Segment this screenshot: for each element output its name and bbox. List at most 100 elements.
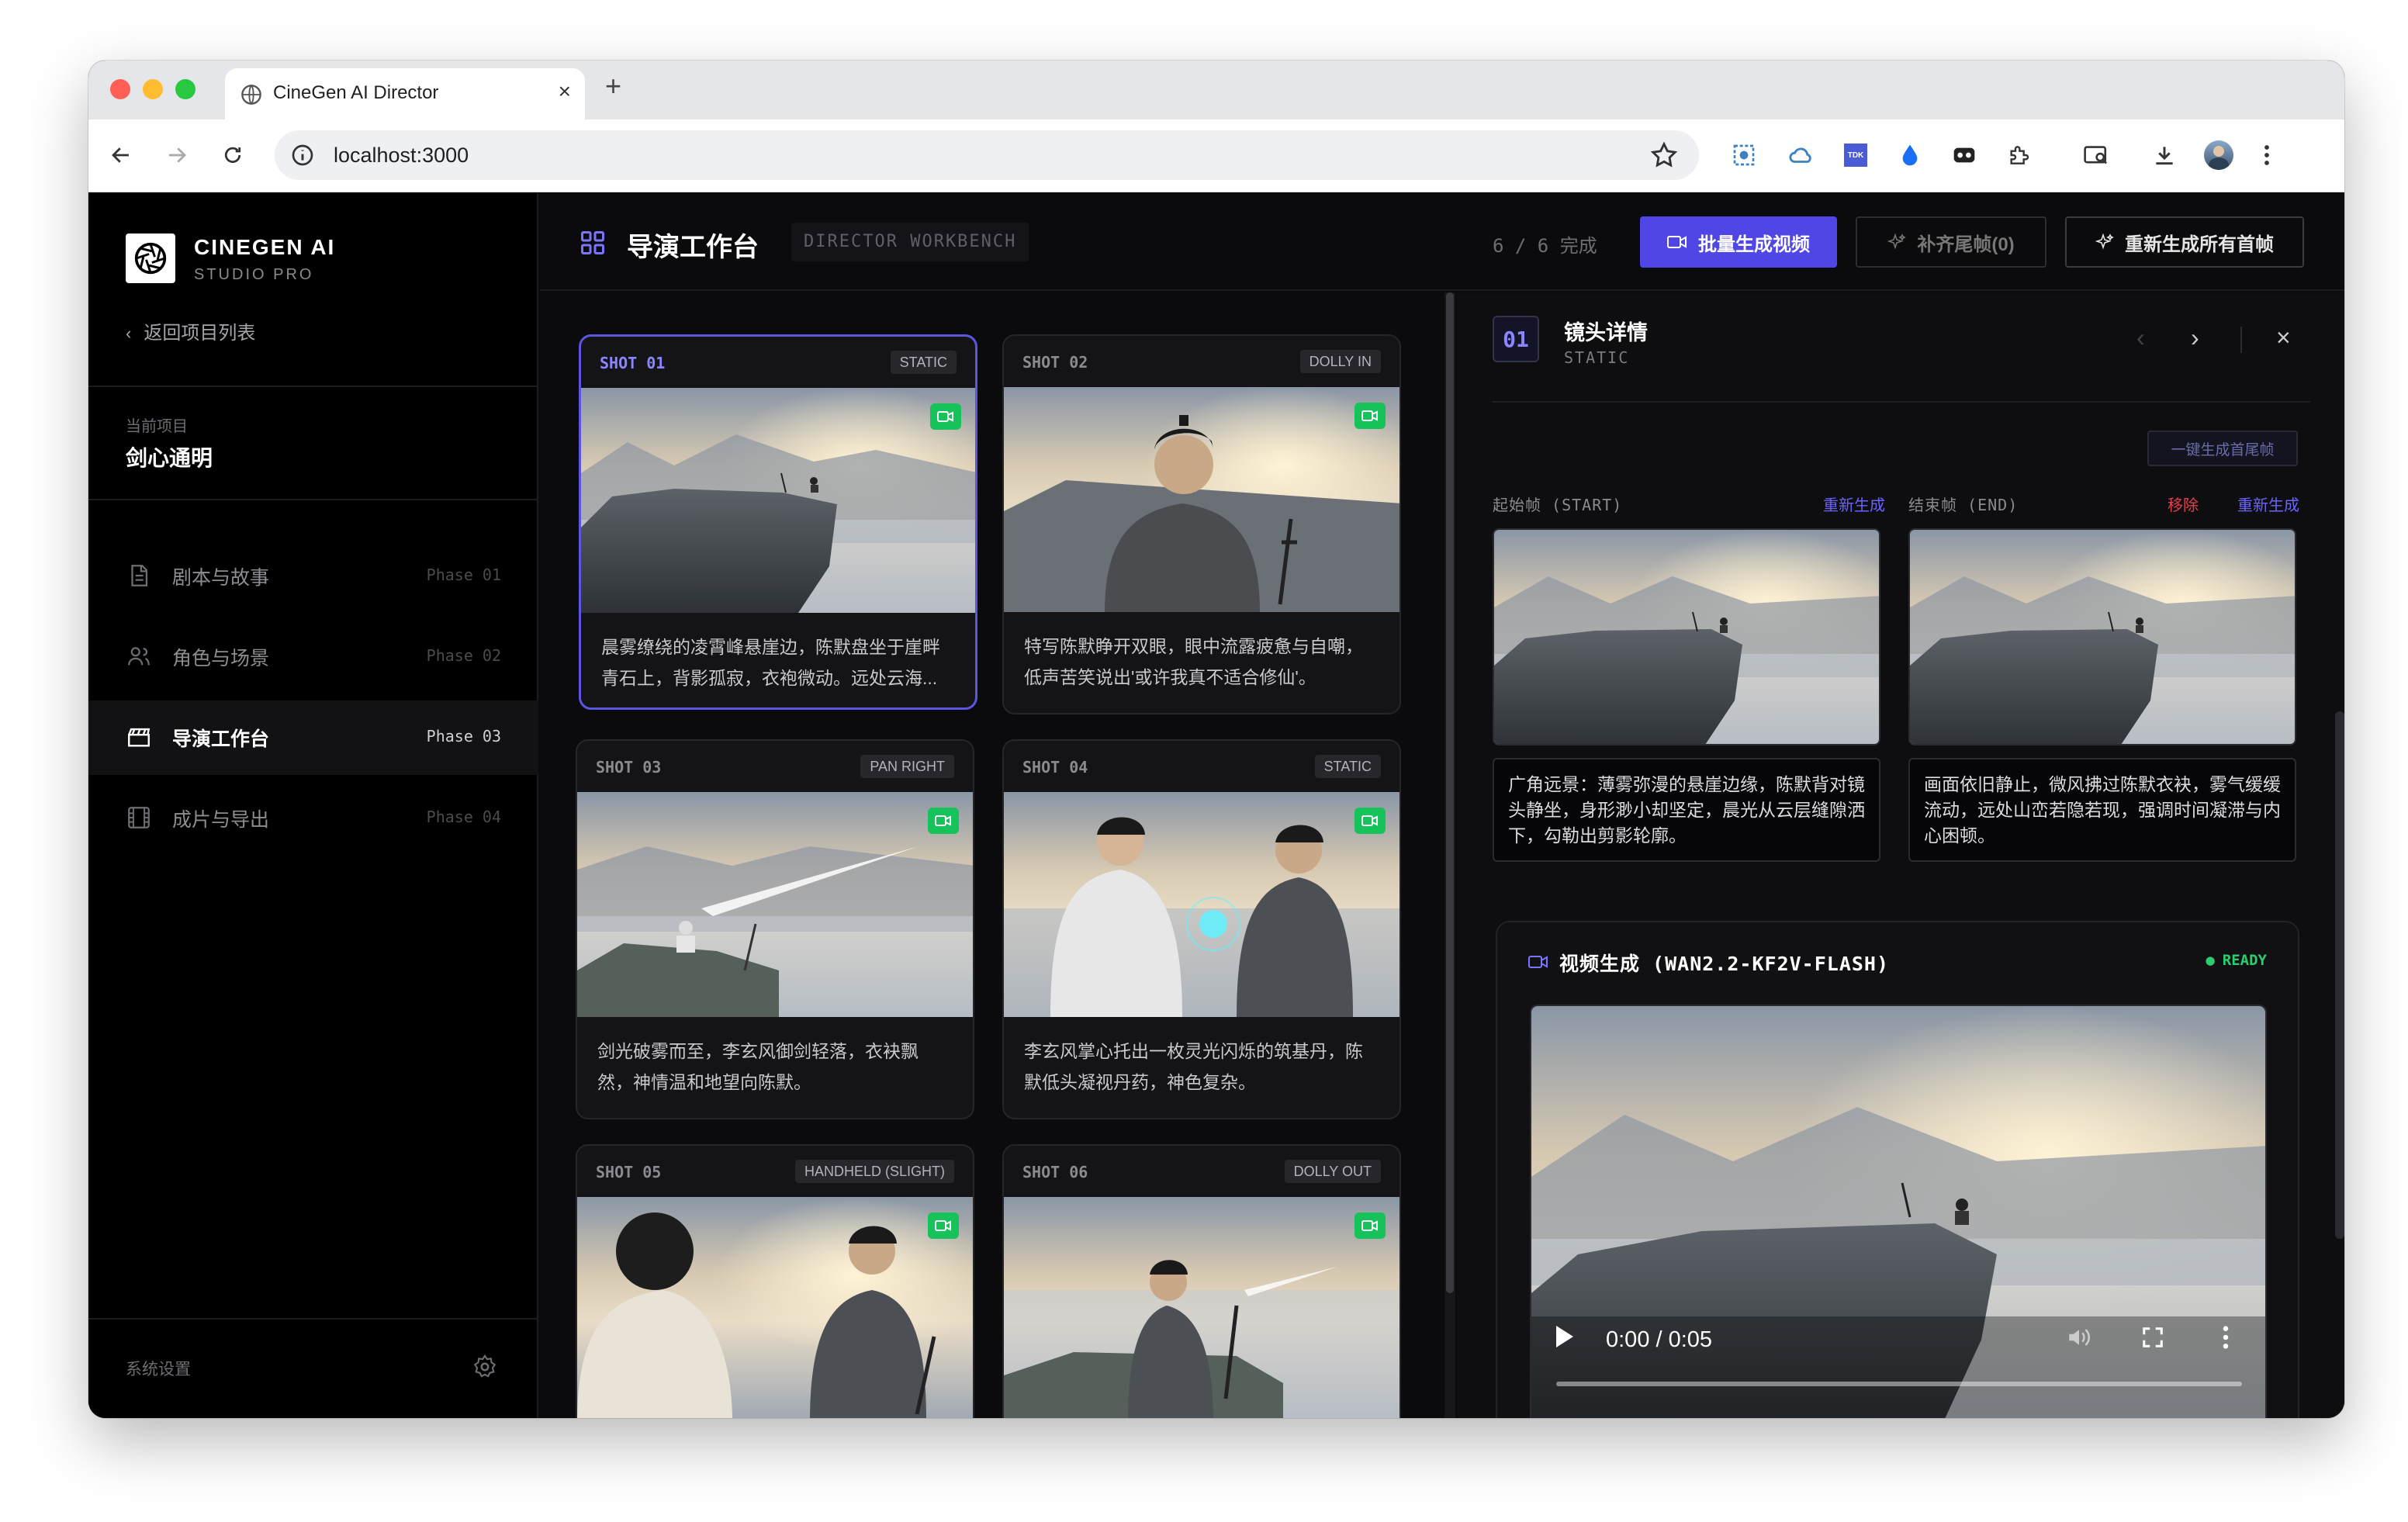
document-icon: [131, 565, 148, 586]
page-subtitle: DIRECTOR WORKBENCH: [791, 223, 1029, 261]
video-camera-icon: [1528, 956, 1548, 968]
browser-toolbar: localhost:3000 TDK: [88, 119, 2344, 192]
scrollbar-thumb[interactable]: [1446, 292, 1454, 1293]
sidebar-item-director-workbench[interactable]: 导演工作台 Phase 03: [88, 700, 538, 775]
bookmark-star-icon[interactable]: [1649, 140, 1679, 170]
browser-menu-icon[interactable]: [2250, 138, 2284, 172]
shot-card[interactable]: SHOT 04 STATIC 李玄风掌心托出一枚灵光闪烁的筑基丹，陈默低头凝视丹药…: [1002, 739, 1401, 1119]
shot-thumbnail: [577, 792, 973, 1017]
browser-tabbar: CineGen AI Director × +: [88, 61, 2344, 119]
sidebar-item-label: 导演工作台: [172, 728, 270, 750]
extension-drop-icon[interactable]: [1893, 138, 1927, 172]
extension-cloud-icon[interactable]: [1784, 138, 1818, 172]
arrow-left-icon: [112, 147, 129, 163]
reload-icon: [224, 147, 241, 163]
regenerate-first-frames-button[interactable]: 重新生成所有首帧: [2065, 216, 2304, 268]
sidebar-item-characters[interactable]: 角色与场景 Phase 02: [88, 620, 538, 694]
workbench-header: 导演工作台 DIRECTOR WORKBENCH 6 / 6 完成 批量生成视频…: [540, 193, 2344, 291]
shot-card[interactable]: SHOT 06 DOLLY OUT: [1002, 1144, 1401, 1418]
sidebar-item-phase: Phase 03: [426, 727, 501, 745]
fullscreen-icon[interactable]: [2141, 1326, 2164, 1349]
extension-tdk-icon[interactable]: TDK: [1839, 138, 1873, 172]
project-name: 剑心通明: [126, 446, 213, 470]
close-window-button[interactable]: [110, 79, 130, 99]
generate-start-end-frames-button[interactable]: 一键生成首尾帧: [2147, 431, 2298, 466]
video-status-label: READY: [2222, 952, 2267, 969]
fill-end-frames-button[interactable]: 补齐尾帧(0): [1856, 216, 2046, 268]
regenerate-start-link[interactable]: 重新生成: [1823, 493, 1885, 515]
extensions-puzzle-icon[interactable]: [2001, 138, 2036, 172]
reload-button[interactable]: [217, 140, 248, 171]
detail-camera-move: STATIC: [1564, 348, 1630, 367]
minimize-window-button[interactable]: [143, 79, 163, 99]
shot-card[interactable]: SHOT 03 PAN RIGHT 剑光破雾而至，李玄风御剑轻落，衣袂飘然，神情温…: [576, 739, 974, 1119]
sidebar-item-label: 角色与场景: [172, 648, 270, 669]
sidebar: CINEGEN AI STUDIO PRO ‹ 返回项目列表 当前项目 剑心通明 …: [88, 193, 538, 1418]
next-shot-chevron-icon[interactable]: ›: [2191, 323, 2199, 352]
shot-description: 剑光破雾而至，李玄风御剑轻落，衣袂飘然，神情温和地望向陈默。: [597, 1041, 919, 1092]
volume-icon[interactable]: [2065, 1324, 2093, 1351]
brand-subtitle: STUDIO PRO: [194, 266, 314, 283]
video-progress-bar[interactable]: [1556, 1382, 2242, 1386]
profile-avatar[interactable]: [2202, 138, 2236, 172]
download-icon[interactable]: [2147, 138, 2181, 172]
video-status-badge: ● READY: [2206, 952, 2267, 969]
sidebar-item-export[interactable]: 成片与导出 Phase 04: [88, 781, 538, 856]
end-frame-image[interactable]: [1908, 528, 2296, 745]
close-tab-icon[interactable]: ×: [559, 79, 571, 104]
grid-icon: [581, 231, 604, 254]
sidebar-item-label: 成片与导出: [172, 809, 270, 831]
shot-card[interactable]: SHOT 02 DOLLY IN 特写陈默睁开双眼，眼中流露疲惫与自嘲，低声苦笑说…: [1002, 334, 1401, 714]
gear-icon[interactable]: [472, 1354, 498, 1380]
shot-card[interactable]: SHOT 01 STATIC 晨雾缭绕的凌霄峰悬崖边，陈默盘坐于崖畔青石上，背影孤…: [579, 334, 977, 710]
shot-number-badge: 01: [1493, 316, 1539, 362]
info-icon[interactable]: [290, 143, 315, 168]
detail-scrollbar[interactable]: [2335, 711, 2344, 1239]
new-tab-button[interactable]: +: [605, 70, 621, 102]
forward-button[interactable]: [161, 140, 192, 171]
previous-shot-chevron-icon[interactable]: ‹: [2136, 323, 2145, 352]
back-button[interactable]: [106, 140, 137, 171]
camera-move-badge: HANDHELD (SLIGHT): [794, 1160, 954, 1183]
arrow-right-icon: [169, 147, 186, 163]
project-label: 当前项目: [126, 418, 188, 435]
extension-screenshot-icon[interactable]: [1727, 138, 1761, 172]
start-frame-label: 起始帧 (START): [1493, 496, 1623, 514]
sidebar-item-script[interactable]: 剧本与故事 Phase 01: [88, 539, 538, 614]
tab-title: CineGen AI Director: [273, 82, 439, 103]
status-dot-icon: ●: [2206, 952, 2215, 969]
browser-tab[interactable]: CineGen AI Director ×: [225, 68, 585, 119]
shot-id: SHOT 05: [596, 1163, 662, 1181]
shot-card[interactable]: SHOT 05 HANDHELD (SLIGHT): [576, 1144, 974, 1418]
shot-id: SHOT 02: [1022, 353, 1088, 372]
camera-move-badge: DOLLY IN: [1299, 350, 1381, 373]
video-ready-icon: [1354, 808, 1386, 834]
end-frame-prompt[interactable]: 画面依旧静止，微风拂过陈默衣袂，雾气缓缓流动，远处山峦若隐若现，强调时间凝滞与内…: [1908, 758, 2296, 862]
shot-thumbnail: [1004, 1197, 1399, 1418]
sidebar-item-phase: Phase 02: [426, 646, 501, 665]
start-frame-prompt[interactable]: 广角远景：薄雾弥漫的悬崖边缘，陈默背对镜头静坐，身形渺小却坚定，晨光从云层缝隙洒…: [1493, 758, 1880, 862]
batch-generate-video-button[interactable]: 批量生成视频: [1640, 216, 1837, 268]
video-time: 0:00 / 0:05: [1606, 1327, 1713, 1352]
more-options-icon[interactable]: [2222, 1324, 2230, 1351]
back-to-projects-link[interactable]: ‹ 返回项目列表: [126, 317, 255, 344]
address-bar[interactable]: localhost:3000: [275, 130, 1699, 180]
camera-move-badge: STATIC: [1314, 755, 1381, 778]
maximize-window-button[interactable]: [175, 79, 195, 99]
grid-scrollbar[interactable]: [1444, 292, 1455, 1418]
tab-search-icon[interactable]: [2079, 138, 2113, 172]
sparkles-icon: [1887, 233, 1907, 250]
regenerate-end-link[interactable]: 重新生成: [2237, 493, 2299, 515]
browser-window: CineGen AI Director × + localhost:3000 T…: [88, 61, 2344, 1418]
extension-mask-icon[interactable]: [1947, 138, 1981, 172]
start-frame-image[interactable]: [1493, 528, 1880, 745]
page-title: 导演工作台: [627, 233, 759, 262]
remove-end-link[interactable]: 移除: [2168, 493, 2199, 515]
close-panel-icon[interactable]: ×: [2276, 323, 2291, 352]
camera-move-badge: STATIC: [890, 351, 957, 374]
back-label: 返回项目列表: [144, 323, 256, 344]
brand-name: CINEGEN AI: [194, 235, 336, 259]
video-player[interactable]: 0:00 / 0:05: [1530, 1005, 2267, 1418]
shot-thumbnail: [581, 388, 975, 613]
play-icon[interactable]: [1556, 1326, 1573, 1347]
